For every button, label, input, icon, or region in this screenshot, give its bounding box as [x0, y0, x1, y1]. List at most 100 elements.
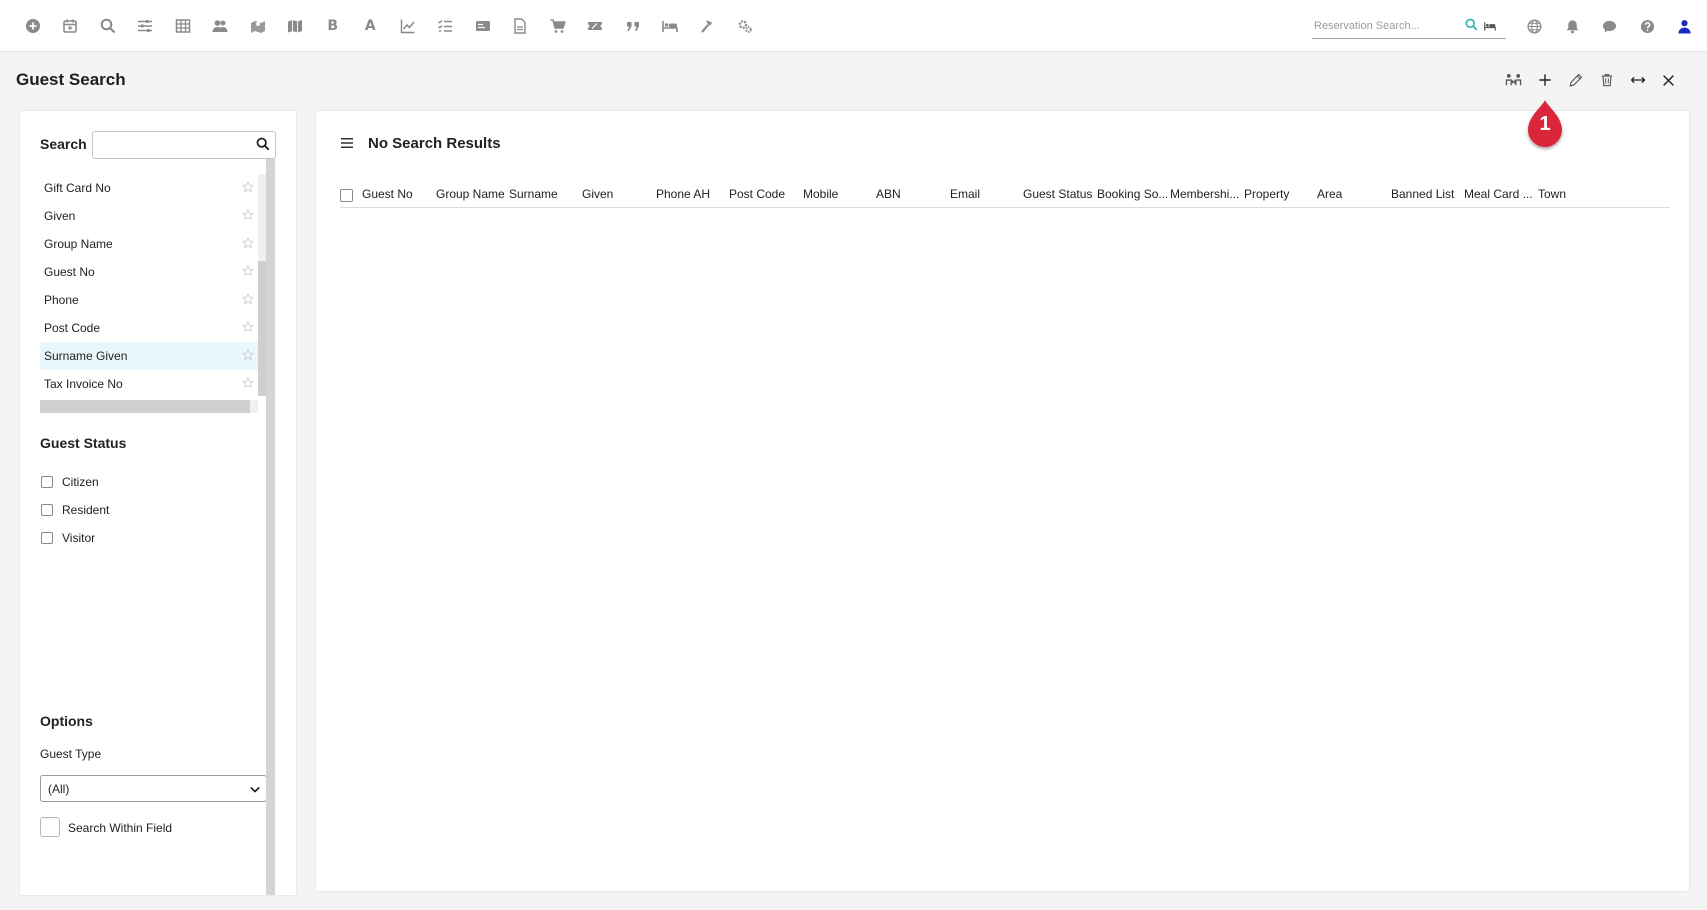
help-icon[interactable] [1629, 14, 1667, 38]
results-panel: No Search Results Guest No Group Name Surn… [316, 111, 1689, 891]
search-field-item[interactable]: Post Code [40, 314, 260, 342]
column-header[interactable]: Meal Card ... [1464, 187, 1534, 201]
expand-icon[interactable] [1622, 68, 1653, 92]
options-title: Options [40, 713, 93, 729]
guest-status-citizen[interactable]: Citizen [41, 475, 99, 489]
guest-status-visitor[interactable]: Visitor [41, 531, 95, 545]
guest-type-label: Guest Type [40, 747, 102, 761]
line-chart-icon[interactable] [389, 14, 427, 38]
hammer-icon[interactable] [689, 14, 727, 38]
search-field-item[interactable]: Gift Card No [40, 174, 260, 202]
star-icon[interactable] [242, 348, 254, 364]
bed-icon[interactable] [652, 14, 690, 38]
column-header[interactable]: ABN [876, 187, 946, 201]
left-panel-scrollbar[interactable] [266, 159, 275, 895]
guest-type-select[interactable]: (All) [40, 775, 267, 802]
map-pin-icon[interactable] [239, 14, 277, 38]
star-icon[interactable] [242, 208, 254, 224]
letter-a-icon[interactable]: A [352, 14, 390, 38]
star-icon[interactable] [242, 320, 254, 336]
results-grid-header: Guest No Group Name Surname Given Phone AH Po… [340, 185, 1670, 208]
star-icon[interactable] [242, 376, 254, 392]
add-icon[interactable] [1529, 68, 1560, 92]
reservation-search-input[interactable] [1312, 20, 1462, 32]
calendar-icon[interactable] [52, 14, 90, 38]
globe-icon[interactable] [1516, 14, 1554, 38]
close-icon[interactable] [1653, 68, 1684, 92]
column-header[interactable]: Booking So... [1097, 187, 1167, 201]
user-icon[interactable] [1666, 14, 1704, 38]
column-header[interactable]: Post Code [729, 187, 799, 201]
table-icon[interactable] [164, 14, 202, 38]
search-field-label: Post Code [44, 321, 101, 335]
search-within-field-label: Search Within Field [68, 821, 173, 835]
column-header[interactable]: Mobile [803, 187, 873, 201]
guest-status-label: Visitor [62, 531, 96, 545]
search-field-item[interactable]: Tax Invoice No [40, 370, 260, 398]
column-header[interactable]: Guest No [362, 187, 432, 201]
checkbox[interactable] [41, 476, 53, 488]
star-icon[interactable] [242, 236, 254, 252]
column-header[interactable]: Membershi... [1170, 187, 1240, 201]
column-header[interactable]: Surname [509, 187, 579, 201]
column-header[interactable]: Given [582, 187, 652, 201]
search-field-label: Surname Given [44, 349, 128, 363]
checkbox[interactable] [41, 504, 53, 516]
search-filter-panel: Search Gift Card No Given Group Name Guest … [20, 111, 296, 895]
bell-icon[interactable] [1554, 14, 1592, 38]
search-field-item[interactable]: Given [40, 202, 260, 230]
top-toolbar: B A [0, 0, 1707, 52]
cogs-icon[interactable] [727, 14, 765, 38]
search-label: Search [40, 136, 87, 152]
column-header[interactable]: Phone AH [656, 187, 726, 201]
merge-guests-icon[interactable] [1498, 68, 1529, 92]
map-icon[interactable] [277, 14, 315, 38]
chat-icon[interactable] [1591, 14, 1629, 38]
column-header[interactable]: Banned List [1391, 187, 1461, 201]
guest-type-value: (All) [48, 781, 70, 796]
search-field-list: Gift Card No Given Group Name Guest No Phone… [40, 174, 260, 406]
guest-status-resident[interactable]: Resident [41, 503, 109, 517]
quote-icon[interactable] [614, 14, 652, 38]
toolbar-right-icons [1516, 14, 1704, 38]
plus-circle-icon[interactable] [14, 14, 52, 38]
search-field-label: Phone [44, 293, 79, 307]
chevron-down-icon [250, 782, 260, 796]
menu-icon[interactable] [340, 136, 354, 154]
search-icon[interactable] [1465, 18, 1478, 36]
column-header[interactable]: Property [1244, 187, 1314, 201]
edit-icon[interactable] [1560, 68, 1591, 92]
bold-b-icon[interactable]: B [314, 14, 352, 38]
users-icon[interactable] [202, 14, 240, 38]
search-within-field-checkbox[interactable] [40, 817, 60, 837]
sliders-icon[interactable] [127, 14, 165, 38]
search-box [92, 131, 276, 159]
star-icon[interactable] [242, 292, 254, 308]
column-header[interactable]: Group Name [436, 187, 506, 201]
delete-icon[interactable] [1591, 68, 1622, 92]
search-field-item[interactable]: Group Name [40, 230, 260, 258]
id-card-icon[interactable] [464, 14, 502, 38]
cart-icon[interactable] [539, 14, 577, 38]
column-header[interactable]: Email [950, 187, 1020, 201]
search-field-item[interactable]: Surname Given [40, 342, 260, 370]
checklist-icon[interactable] [427, 14, 465, 38]
search-field-item[interactable]: Guest No [40, 258, 260, 286]
search-icon[interactable] [256, 137, 270, 156]
field-list-horizontal-scrollbar[interactable] [40, 400, 258, 413]
ticket-icon[interactable] [577, 14, 615, 38]
column-header[interactable]: Guest Status [1023, 187, 1093, 201]
star-icon[interactable] [242, 180, 254, 196]
star-icon[interactable] [242, 264, 254, 280]
column-header[interactable]: Area [1317, 187, 1387, 201]
scrollbar-thumb[interactable] [40, 400, 250, 413]
document-icon[interactable] [502, 14, 540, 38]
search-icon[interactable] [89, 14, 127, 38]
column-header[interactable]: Town [1538, 187, 1598, 201]
search-field-item[interactable]: Phone [40, 286, 260, 314]
search-field-label: Gift Card No [44, 181, 111, 195]
bed-icon[interactable] [1483, 19, 1497, 37]
checkbox[interactable] [41, 532, 53, 544]
search-input[interactable] [93, 132, 243, 158]
select-all-checkbox[interactable] [340, 189, 353, 202]
